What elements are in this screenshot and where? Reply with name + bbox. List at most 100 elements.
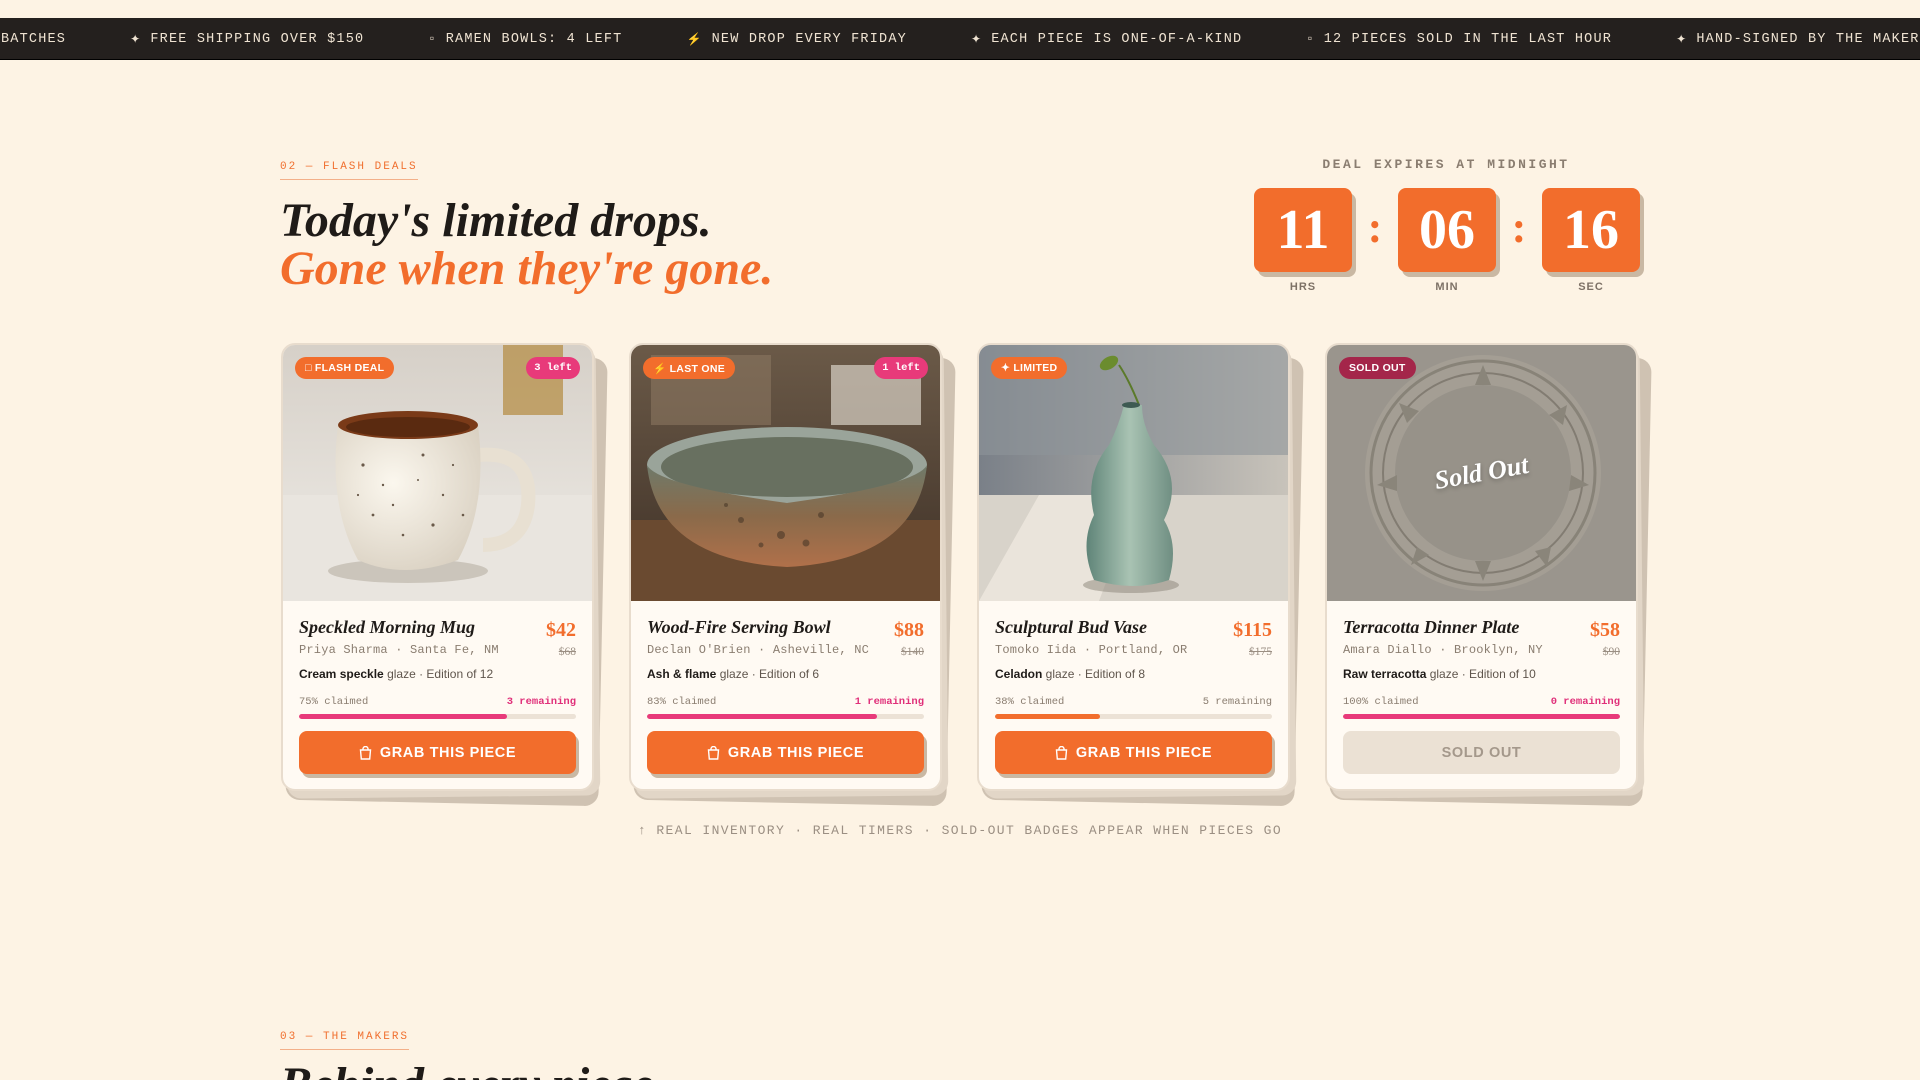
product-photo-mug: □ FLASH DEAL 3 left bbox=[283, 345, 592, 601]
ticker-text: RAMEN BOWLS: 4 LEFT bbox=[445, 31, 623, 47]
product-photo-bowl: ⚡ LAST ONE 1 left bbox=[631, 345, 940, 601]
claimed-percent: 100% claimed bbox=[1343, 696, 1419, 708]
product-title[interactable]: Terracotta Dinner Plate bbox=[1343, 617, 1620, 638]
product-original-price: $175 bbox=[1249, 646, 1272, 658]
remaining-count: 3 remaining bbox=[506, 696, 576, 708]
product-card[interactable]: □ FLASH DEAL 3 left Speckled Morning Mug… bbox=[281, 343, 608, 807]
ticker-item: ✦ FREE SHIPPING OVER $150 bbox=[130, 32, 364, 47]
glaze-name: Ash & flame bbox=[647, 667, 717, 681]
product-price: $58 bbox=[1590, 619, 1620, 641]
claimed-percent: 38% claimed bbox=[995, 696, 1065, 708]
ticker-item: ✦ EACH PIECE IS ONE-OF-A-KIND bbox=[971, 32, 1242, 47]
ticker-track: BATCHES ✦ FREE SHIPPING OVER $150 ▫ RAMEN … bbox=[0, 18, 1920, 59]
product-price: $115 bbox=[1233, 619, 1272, 641]
box-icon: ▫ bbox=[1306, 32, 1315, 46]
product-title[interactable]: Sculptural Bud Vase bbox=[995, 617, 1272, 638]
product-glaze: Raw terracotta glaze · Edition of 10 bbox=[1343, 667, 1620, 681]
product-card[interactable]: ⚡ LAST ONE 1 left Wood-Fire Serving Bowl… bbox=[629, 343, 956, 807]
claim-progress-bar bbox=[299, 714, 576, 719]
timer-seconds: 16 SEC bbox=[1542, 188, 1640, 293]
timer-minutes-label: MIN bbox=[1435, 281, 1459, 293]
ticker-item: ⚡ NEW DROP EVERY FRIDAY bbox=[686, 32, 906, 47]
glaze-edition: glaze · Edition of 8 bbox=[1042, 667, 1146, 681]
ticker-item: ▫ 12 PIECES SOLD IN THE LAST HOUR bbox=[1306, 32, 1612, 47]
announcement-ticker: BATCHES ✦ FREE SHIPPING OVER $150 ▫ RAMEN … bbox=[0, 18, 1920, 60]
flash-deal-badge: □ FLASH DEAL bbox=[295, 357, 395, 379]
claim-progress-fill bbox=[299, 714, 507, 719]
claim-progress-bar bbox=[1343, 714, 1620, 719]
sparkle-icon: ✦ bbox=[130, 32, 142, 47]
remaining-count: 5 remaining bbox=[1202, 696, 1272, 708]
headline-primary: Today's limited drops. bbox=[280, 194, 712, 247]
product-maker: Priya Sharma · Santa Fe, NM bbox=[299, 643, 499, 657]
glaze-edition: glaze · Edition of 10 bbox=[1426, 667, 1536, 681]
claim-progress-bar bbox=[995, 714, 1272, 719]
inventory-footnote: ↑ REAL INVENTORY · REAL TIMERS · SOLD-OU… bbox=[637, 823, 1283, 838]
grab-piece-button[interactable]: GRAB THIS PIECE bbox=[647, 731, 924, 774]
product-price: $42 bbox=[546, 619, 576, 641]
product-glaze: Cream speckle glaze · Edition of 12 bbox=[299, 667, 576, 681]
product-maker: Amara Diallo · Brooklyn, NY bbox=[1343, 643, 1543, 657]
claimed-percent: 75% claimed bbox=[299, 696, 369, 708]
product-photo-vase: ✦ LIMITED bbox=[979, 345, 1288, 601]
last-one-badge: ⚡ LAST ONE bbox=[643, 357, 736, 379]
ticker-text: EACH PIECE IS ONE-OF-A-KIND bbox=[991, 31, 1243, 47]
product-title[interactable]: Wood-Fire Serving Bowl bbox=[647, 617, 924, 638]
timer-separator: : bbox=[1511, 202, 1527, 252]
claim-progress-fill bbox=[995, 714, 1101, 719]
product-price: $88 bbox=[894, 619, 924, 641]
claim-stats: 75% claimed 3 remaining bbox=[299, 696, 576, 708]
ticker-text: 12 PIECES SOLD IN THE LAST HOUR bbox=[1323, 31, 1613, 47]
glaze-edition: glaze · Edition of 6 bbox=[716, 667, 820, 681]
claim-stats: 100% claimed 0 remaining bbox=[1343, 696, 1620, 708]
ticker-item: BATCHES bbox=[0, 32, 66, 47]
sold-out-button: SOLD OUT bbox=[1343, 731, 1620, 774]
timer-hours: 11 HRS bbox=[1254, 188, 1352, 293]
timer-seconds-value: 16 bbox=[1542, 188, 1640, 272]
claim-progress-fill bbox=[1343, 714, 1620, 719]
claim-stats: 38% claimed 5 remaining bbox=[995, 696, 1272, 708]
product-glaze: Celadon glaze · Edition of 8 bbox=[995, 667, 1272, 681]
product-glaze: Ash & flame glaze · Edition of 6 bbox=[647, 667, 924, 681]
sold-out-label: SOLD OUT bbox=[1441, 744, 1522, 761]
lightning-icon: ⚡ bbox=[686, 32, 703, 47]
limited-badge: ✦ LIMITED bbox=[991, 357, 1068, 379]
product-card[interactable]: ✦ LIMITED Sculptural Bud Vase Tomoko Iid… bbox=[977, 343, 1304, 807]
claimed-percent: 83% claimed bbox=[647, 696, 717, 708]
product-card[interactable]: Sold Out SOLD OUT Terracotta Dinner Plat… bbox=[1325, 343, 1652, 807]
product-maker: Declan O'Brien · Asheville, NC bbox=[647, 643, 870, 657]
shopping-bag-icon bbox=[1055, 745, 1068, 760]
glaze-name: Cream speckle bbox=[299, 667, 384, 681]
grab-piece-button[interactable]: GRAB THIS PIECE bbox=[995, 731, 1272, 774]
timer-caption: DEAL EXPIRES AT MIDNIGHT bbox=[1322, 157, 1570, 172]
claim-progress-fill bbox=[647, 714, 877, 719]
product-title[interactable]: Speckled Morning Mug bbox=[299, 617, 576, 638]
shopping-bag-icon bbox=[359, 745, 372, 760]
claim-progress-bar bbox=[647, 714, 924, 719]
timer-separator: : bbox=[1367, 202, 1383, 252]
ticker-text: HAND-SIGNED BY THE MAKER bbox=[1696, 31, 1920, 47]
product-original-price: $140 bbox=[901, 646, 924, 658]
makers-heading: Behind every piece bbox=[280, 1058, 653, 1080]
sparkle-icon: ✦ bbox=[970, 32, 983, 47]
ticker-item: ✦ HAND-SIGNED BY THE MAKER bbox=[1676, 32, 1920, 47]
shopping-bag-icon bbox=[707, 745, 720, 760]
timer-hours-label: HRS bbox=[1289, 281, 1317, 293]
headline-accent: Gone when they're gone. bbox=[280, 242, 774, 295]
grab-piece-button[interactable]: GRAB THIS PIECE bbox=[299, 731, 576, 774]
ticker-text: NEW DROP EVERY FRIDAY bbox=[711, 31, 907, 47]
box-icon: ▫ bbox=[428, 32, 437, 46]
sold-out-badge: SOLD OUT bbox=[1339, 357, 1416, 379]
product-photo-plate: Sold Out SOLD OUT bbox=[1327, 345, 1636, 601]
glaze-name: Celadon bbox=[995, 667, 1043, 681]
product-card-body: □ FLASH DEAL 3 left Speckled Morning Mug… bbox=[281, 343, 594, 791]
product-card-body: Sold Out SOLD OUT Terracotta Dinner Plat… bbox=[1325, 343, 1638, 791]
section-label-makers: 03 — THE MAKERS bbox=[280, 1031, 410, 1050]
product-card-body: ⚡ LAST ONE 1 left Wood-Fire Serving Bowl… bbox=[629, 343, 942, 791]
product-original-price: $68 bbox=[558, 646, 576, 658]
product-card-body: ✦ LIMITED Sculptural Bud Vase Tomoko Iid… bbox=[977, 343, 1290, 791]
sold-out-overlay: Sold Out bbox=[1432, 450, 1531, 496]
remaining-count: 0 remaining bbox=[1550, 696, 1620, 708]
glaze-edition: glaze · Edition of 12 bbox=[383, 667, 494, 681]
grab-piece-label: GRAB THIS PIECE bbox=[1075, 744, 1213, 761]
